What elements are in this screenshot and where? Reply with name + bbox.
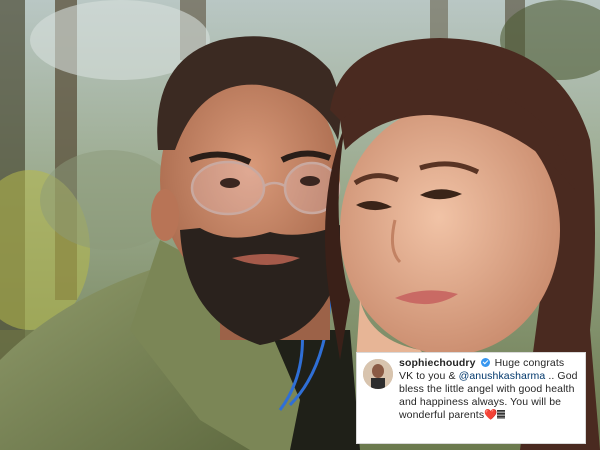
mention-link[interactable]: @anushkasharma <box>459 370 546 382</box>
comment-username[interactable]: sophiechoudry <box>399 357 476 369</box>
instagram-comment-card: sophiechoudry Huge congrats VK to you & … <box>356 352 586 444</box>
avatar[interactable] <box>363 359 393 389</box>
comment-text: sophiechoudry Huge congrats VK to you & … <box>399 357 581 422</box>
flag-icon <box>497 410 506 419</box>
red-heart-icon: ❤️ <box>484 409 498 421</box>
verified-badge-icon <box>480 358 490 367</box>
